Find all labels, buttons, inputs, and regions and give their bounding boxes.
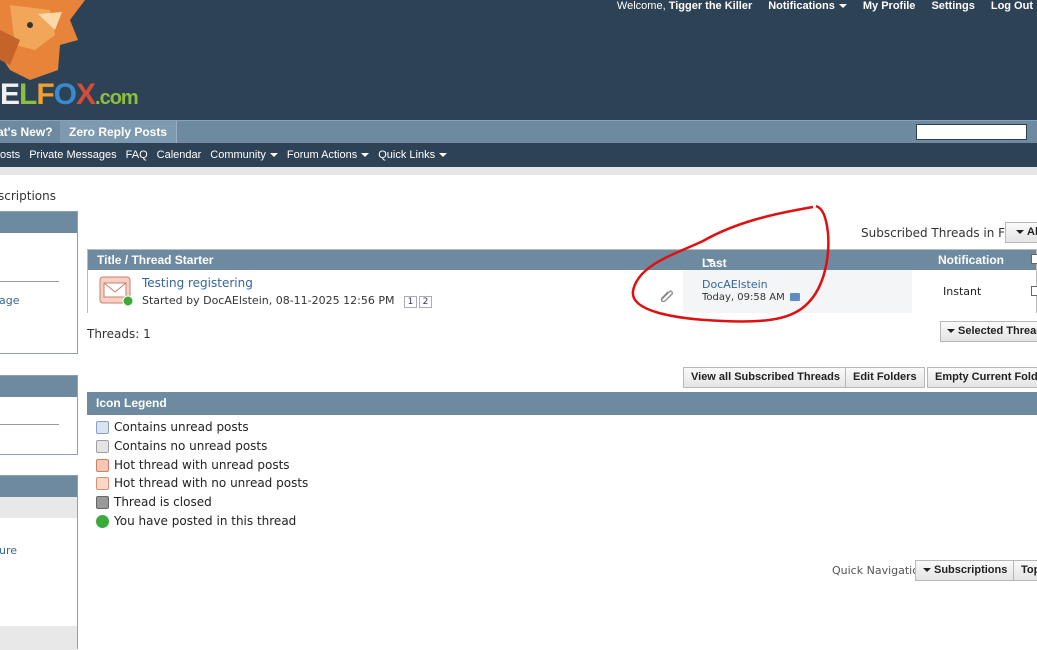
- sidebar-divider: [0, 281, 59, 282]
- user-links: Welcome, Tigger the Killer Notifications…: [617, 0, 1033, 12]
- table-header: Title / Thread Starter Last Post By Noti…: [88, 250, 1037, 298]
- quick-navigation-label: Quick Navigation: [832, 564, 926, 577]
- subnav-posts[interactable]: osts: [0, 149, 20, 161]
- thread-checkbox[interactable]: [1031, 286, 1037, 296]
- sidebar-box-1: age: [0, 211, 78, 354]
- sidebar-link-picture[interactable]: ure: [0, 544, 17, 557]
- icon-legend-header: Icon Legend: [87, 392, 1037, 415]
- legend-item: Contains unread posts: [96, 419, 249, 435]
- chevron-down-icon: [947, 329, 955, 334]
- subnav-forum-actions[interactable]: Forum Actions: [287, 149, 370, 161]
- sidebar-link-page[interactable]: age: [0, 294, 20, 307]
- sub-navbar: osts Private Messages FAQ Calendar Commu…: [0, 143, 1037, 167]
- folder-select[interactable]: All: [1005, 222, 1037, 243]
- tab-whats-new[interactable]: at's New?: [0, 121, 63, 144]
- unread-icon: [96, 420, 109, 434]
- thread-title-link[interactable]: Testing registering: [142, 276, 253, 290]
- legend-item: Contains no unread posts: [96, 438, 267, 454]
- subnav-calendar[interactable]: Calendar: [157, 149, 202, 161]
- read-icon: [96, 439, 109, 453]
- notifications-menu[interactable]: Notifications: [768, 0, 847, 12]
- hot-read-icon: [96, 476, 109, 490]
- col-notification-header: Notification: [938, 253, 1004, 267]
- tab-zero-reply-posts[interactable]: Zero Reply Posts: [60, 121, 178, 144]
- logo-text[interactable]: ELFOX.com: [0, 78, 139, 112]
- lock-icon: [96, 495, 109, 509]
- notification-value: Instant: [943, 285, 982, 298]
- hot-thread-unread-icon: [99, 276, 133, 307]
- table-row: Testing registering Started by DocAElste…: [88, 270, 1037, 313]
- chevron-down-icon: [923, 568, 931, 573]
- chevron-down-icon: [838, 4, 847, 9]
- empty-folder-button[interactable]: Empty Current Folder: [927, 367, 1037, 388]
- settings-link[interactable]: Settings: [931, 0, 974, 12]
- sidebar-box-header: [0, 212, 77, 233]
- col-title-header[interactable]: Title / Thread Starter: [97, 253, 213, 267]
- red-annotation-circle: [631, 204, 830, 323]
- thread-starter: Started by DocAElstein, 08-11-2025 12:56…: [142, 294, 432, 308]
- sidebar-divider: [0, 424, 59, 425]
- sidebar-box-3: ure: [0, 475, 78, 650]
- my-profile-link[interactable]: My Profile: [863, 0, 916, 12]
- logout-link[interactable]: Log Out: [991, 0, 1033, 12]
- welcome-label: Welcome,: [616, 0, 666, 12]
- select-all-checkbox[interactable]: [1031, 254, 1037, 264]
- selected-threads-menu[interactable]: Selected Threads: [940, 321, 1037, 342]
- username-link[interactable]: Tigger the Killer: [669, 0, 753, 12]
- legend-item: You have posted in this thread: [96, 513, 296, 529]
- divider-bar: [0, 167, 1037, 175]
- subnav-quick-links[interactable]: Quick Links: [378, 149, 448, 161]
- sidebar-box-2: [0, 375, 78, 455]
- quick-navigation-select[interactable]: Subscriptions: [915, 560, 1016, 581]
- sidebar-box-header: [0, 376, 77, 397]
- view-all-subscribed-button[interactable]: View all Subscribed Threads: [683, 367, 848, 388]
- subnav-faq[interactable]: FAQ: [126, 149, 148, 161]
- sidebar-footer: [0, 626, 77, 650]
- page-link-1[interactable]: 1: [403, 296, 417, 308]
- threads-count: Threads: 1: [87, 327, 151, 341]
- chevron-down-icon: [439, 153, 448, 158]
- breadcrumb: scriptions: [0, 189, 56, 203]
- top-button[interactable]: Top: [1013, 560, 1037, 581]
- chevron-down-icon: [361, 153, 370, 158]
- chevron-down-icon: [269, 153, 278, 158]
- legend-item: Hot thread with no unread posts: [96, 475, 308, 491]
- site-header: ELFOX.com Welcome, Tigger the Killer Not…: [0, 0, 1037, 120]
- sidebar-subheader: [0, 497, 77, 518]
- subnav-private-messages[interactable]: Private Messages: [29, 149, 116, 161]
- page-link-2[interactable]: 2: [418, 296, 432, 308]
- search-input[interactable]: [916, 124, 1027, 140]
- legend-item: Thread is closed: [96, 494, 212, 510]
- chevron-down-icon: [1016, 230, 1024, 235]
- thread-starter-text[interactable]: Started by DocAElstein, 08-11-2025 12:56…: [142, 294, 394, 307]
- legend-item: Hot thread with unread posts: [96, 457, 290, 473]
- sidebar-box-header: [0, 476, 77, 497]
- posted-in-thread-icon: [96, 514, 109, 528]
- subnav-community[interactable]: Community: [210, 149, 278, 161]
- hot-unread-icon: [96, 458, 109, 472]
- thread-table: Title / Thread Starter Last Post By Noti…: [87, 249, 1037, 313]
- main-navbar: at's New? Zero Reply Posts: [0, 120, 1037, 144]
- edit-folders-button[interactable]: Edit Folders: [845, 367, 925, 388]
